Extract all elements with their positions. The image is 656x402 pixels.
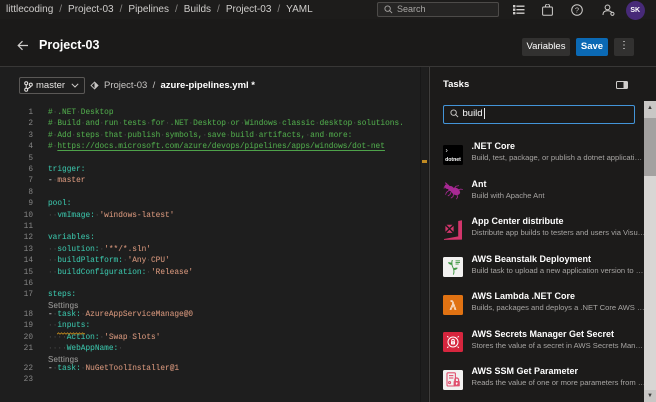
svg-text:?: ? — [575, 6, 579, 15]
svg-text:dotnet: dotnet — [445, 157, 461, 163]
svg-text:λ: λ — [450, 298, 456, 312]
